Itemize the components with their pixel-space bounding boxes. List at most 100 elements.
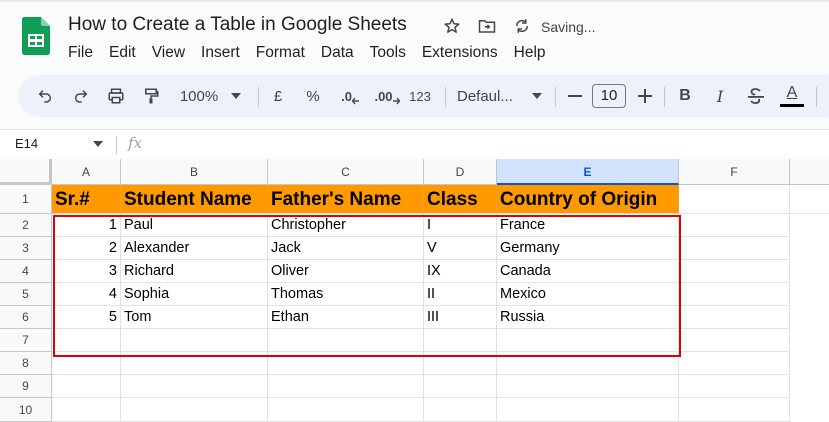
empty-cell[interactable]	[268, 329, 424, 352]
menu-tools[interactable]: Tools	[362, 44, 414, 64]
menu-data[interactable]: Data	[313, 44, 362, 64]
decrease-decimal-button[interactable]: .0	[336, 75, 364, 117]
zoom-chevron-down-icon[interactable]	[229, 75, 243, 117]
menu-format[interactable]: Format	[248, 44, 313, 64]
header-cell-fathers-name[interactable]: Father's Name	[268, 185, 424, 214]
empty-cell[interactable]	[52, 329, 121, 352]
zoom-select[interactable]: 100%	[176, 75, 222, 117]
empty-cell[interactable]	[121, 352, 268, 375]
row-header-2[interactable]: 2	[0, 214, 52, 237]
table-cell-student[interactable]: Sophia	[121, 283, 268, 306]
menu-view[interactable]: View	[144, 44, 193, 64]
empty-cell[interactable]	[679, 214, 790, 237]
empty-cell[interactable]	[679, 329, 790, 352]
empty-cell[interactable]	[679, 237, 790, 260]
empty-cell[interactable]	[679, 260, 790, 283]
table-cell-student[interactable]: Richard	[121, 260, 268, 283]
sheets-logo[interactable]	[22, 17, 50, 55]
empty-cell[interactable]	[497, 352, 679, 375]
star-icon[interactable]	[442, 16, 462, 36]
column-header-d[interactable]: D	[424, 159, 497, 185]
font-size-input[interactable]: 10	[592, 84, 626, 108]
table-cell-sr[interactable]: 1	[52, 214, 121, 237]
empty-cell[interactable]	[679, 352, 790, 375]
increase-font-size-icon[interactable]	[636, 75, 654, 117]
table-cell-sr[interactable]: 5	[52, 306, 121, 329]
empty-cell[interactable]	[679, 375, 790, 398]
bold-button[interactable]: B	[675, 75, 695, 117]
header-cell-sr[interactable]: Sr.#	[52, 185, 121, 214]
strikethrough-icon[interactable]	[745, 75, 767, 117]
currency-button[interactable]: £	[268, 75, 288, 117]
empty-cell[interactable]	[679, 306, 790, 329]
menu-file[interactable]: File	[60, 44, 101, 64]
table-cell-country[interactable]: Germany	[497, 237, 679, 260]
empty-cell[interactable]	[679, 283, 790, 306]
column-header-e[interactable]: E	[497, 159, 679, 185]
empty-cell[interactable]	[268, 352, 424, 375]
row-header-1[interactable]: 1	[0, 185, 52, 214]
table-cell-class[interactable]: IX	[424, 260, 497, 283]
table-cell-country[interactable]: Canada	[497, 260, 679, 283]
menu-help[interactable]: Help	[506, 44, 554, 64]
empty-cell[interactable]	[424, 352, 497, 375]
document-title[interactable]: How to Create a Table in Google Sheets	[68, 14, 407, 36]
redo-icon[interactable]	[68, 75, 94, 117]
empty-cell[interactable]	[121, 375, 268, 398]
empty-cell[interactable]	[679, 398, 790, 422]
row-header-9[interactable]: 9	[0, 375, 52, 398]
table-cell-father[interactable]: Christopher	[268, 214, 424, 237]
menu-insert[interactable]: Insert	[193, 44, 248, 64]
empty-cell[interactable]	[52, 398, 121, 422]
column-header-c[interactable]: C	[268, 159, 424, 185]
undo-icon[interactable]	[32, 75, 58, 117]
row-header-5[interactable]: 5	[0, 283, 52, 306]
menu-edit[interactable]: Edit	[101, 44, 144, 64]
text-color-button[interactable]: A	[779, 75, 805, 117]
name-box-chevron-down-icon[interactable]	[93, 141, 103, 147]
header-cell-student-name[interactable]: Student Name	[121, 185, 268, 214]
row-header-3[interactable]: 3	[0, 237, 52, 260]
name-box[interactable]: E14	[15, 136, 38, 151]
table-cell-student[interactable]: Tom	[121, 306, 268, 329]
header-cell-class[interactable]: Class	[424, 185, 497, 214]
italic-button[interactable]: I	[710, 75, 730, 117]
decrease-font-size-icon[interactable]	[566, 75, 584, 117]
empty-cell[interactable]	[497, 398, 679, 422]
row-header-10[interactable]: 10	[0, 398, 52, 422]
row-header-4[interactable]: 4	[0, 260, 52, 283]
increase-decimal-button[interactable]: .00	[370, 75, 404, 117]
column-header-f[interactable]: F	[679, 159, 790, 185]
table-cell-father[interactable]: Jack	[268, 237, 424, 260]
menu-extensions[interactable]: Extensions	[414, 44, 506, 64]
table-cell-father[interactable]: Ethan	[268, 306, 424, 329]
font-select[interactable]: Defaul...	[457, 75, 519, 117]
table-cell-country[interactable]: France	[497, 214, 679, 237]
empty-cell[interactable]	[424, 329, 497, 352]
table-cell-sr[interactable]: 3	[52, 260, 121, 283]
row-header-8[interactable]: 8	[0, 352, 52, 375]
empty-cell[interactable]	[497, 329, 679, 352]
table-cell-sr[interactable]: 4	[52, 283, 121, 306]
empty-cell[interactable]	[121, 329, 268, 352]
table-cell-class[interactable]: III	[424, 306, 497, 329]
table-cell-class[interactable]: II	[424, 283, 497, 306]
table-cell-class[interactable]: V	[424, 237, 497, 260]
print-icon[interactable]	[103, 75, 129, 117]
empty-cell[interactable]	[268, 398, 424, 422]
font-chevron-down-icon[interactable]	[530, 75, 544, 117]
empty-cell[interactable]	[497, 375, 679, 398]
empty-cell[interactable]	[679, 185, 790, 214]
empty-cell[interactable]	[424, 375, 497, 398]
table-cell-father[interactable]: Thomas	[268, 283, 424, 306]
percent-button[interactable]: %	[303, 75, 323, 117]
table-cell-country[interactable]: Mexico	[497, 283, 679, 306]
paint-format-icon[interactable]	[138, 75, 164, 117]
number-format-button[interactable]: 123	[407, 75, 433, 117]
column-header-g[interactable]	[790, 159, 829, 185]
table-cell-student[interactable]: Alexander	[121, 237, 268, 260]
column-header-a[interactable]: A	[52, 159, 121, 185]
folder-move-icon[interactable]	[477, 16, 497, 36]
column-header-b[interactable]: B	[121, 159, 268, 185]
table-cell-sr[interactable]: 2	[52, 237, 121, 260]
